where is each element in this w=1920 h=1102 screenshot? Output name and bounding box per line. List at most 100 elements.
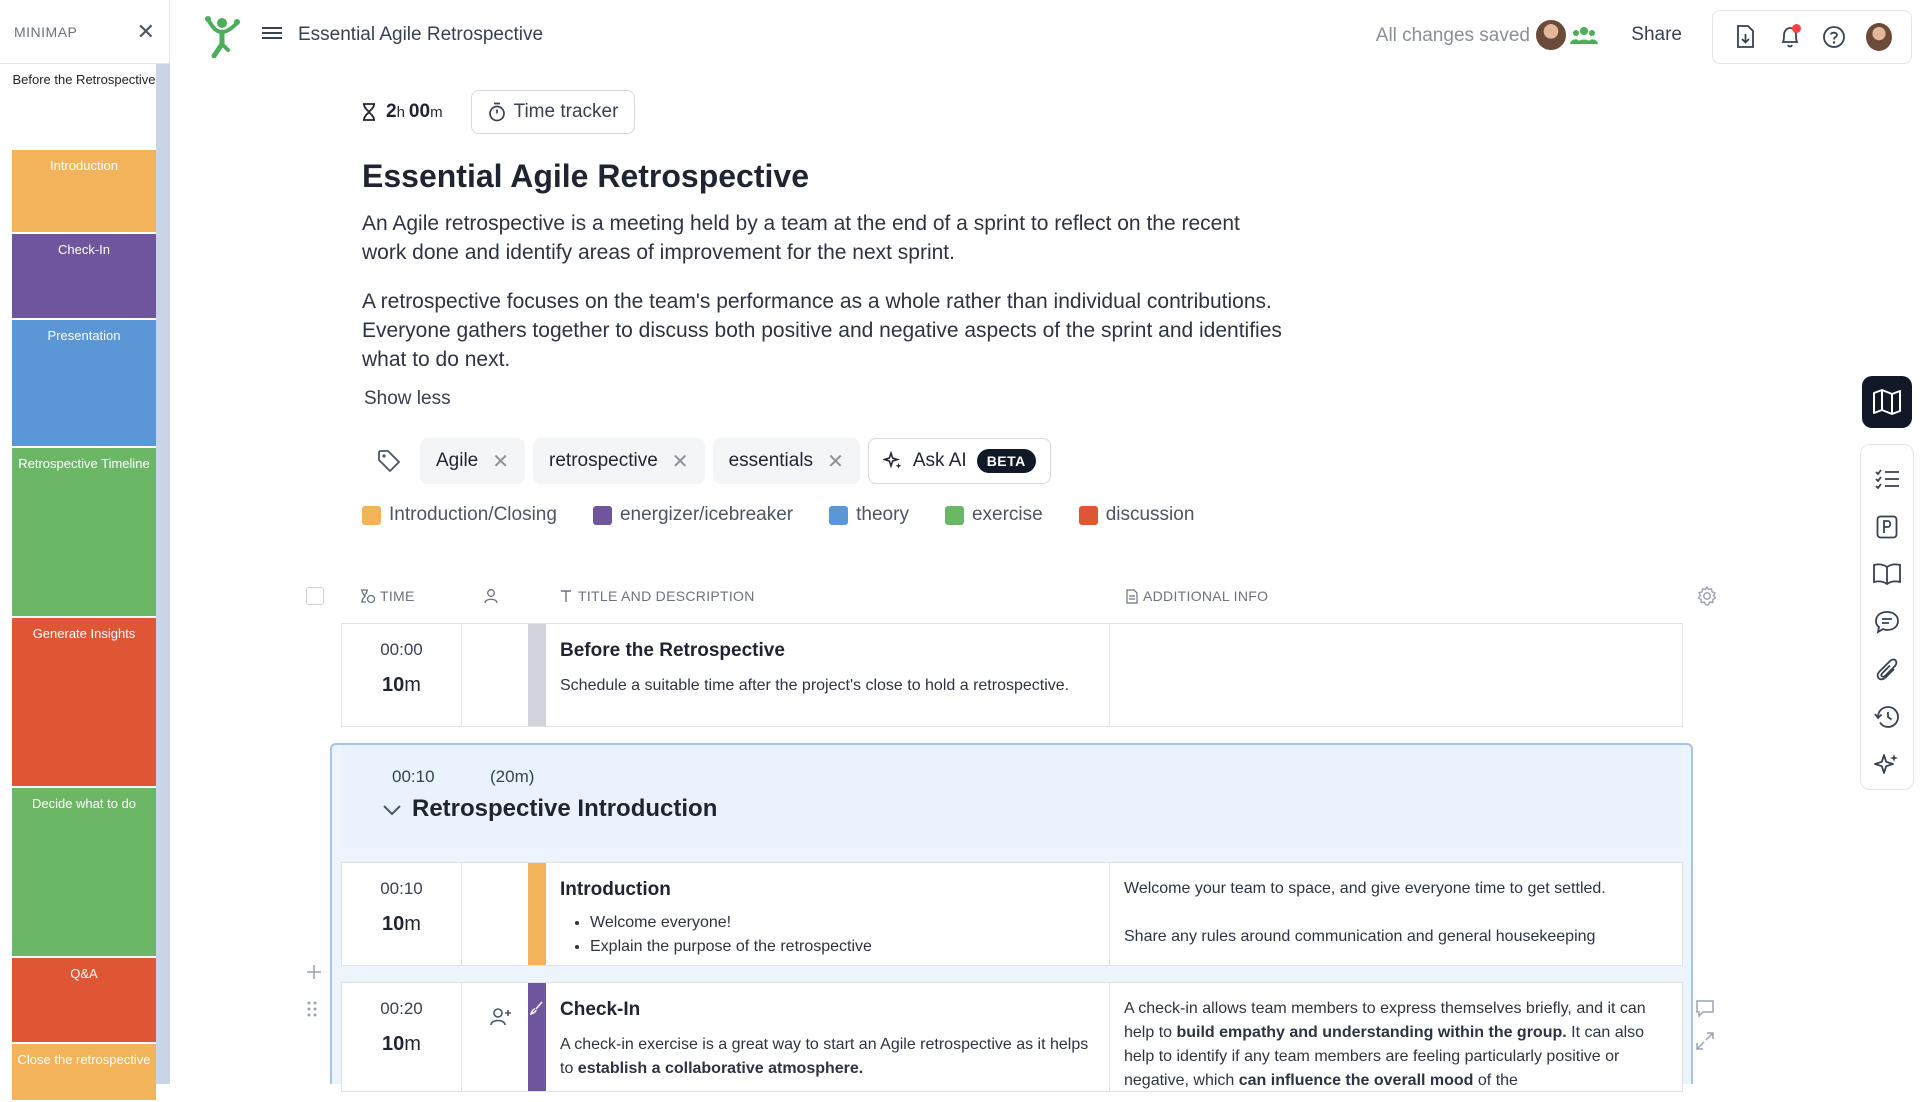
remove-tag-icon[interactable]: ✕	[672, 449, 689, 474]
owner-cell[interactable]	[462, 863, 528, 965]
column-info: ADDITIONAL INFO	[1126, 588, 1268, 604]
agenda-row[interactable]: 00:00 10m Before the Retrospective Sched…	[341, 623, 1683, 727]
section-start-time: 00:10	[392, 767, 435, 786]
ask-ai-button[interactable]: Ask AI BETA	[867, 438, 1051, 484]
minimap-item[interactable]: Retrospective Timeline	[12, 448, 156, 618]
description-paragraph[interactable]: An Agile retrospective is a meeting held…	[362, 209, 1282, 267]
title-cell[interactable]: Before the Retrospective Schedule a suit…	[546, 624, 1110, 726]
tag-chip[interactable]: retrospective ✕	[533, 438, 705, 484]
brush-icon[interactable]	[530, 1001, 544, 1015]
person-icon	[484, 589, 498, 604]
collaborators[interactable]	[1534, 18, 1598, 52]
agenda-row[interactable]: 00:20 10m Check-In A check-in exercise i…	[341, 982, 1683, 1092]
title-cell[interactable]: Introduction Welcome everyone! Explain t…	[546, 863, 1110, 965]
paperclip-icon[interactable]	[1872, 655, 1902, 685]
section-header[interactable]: 00:10 (20m) Retrospective Introduction	[342, 745, 1681, 849]
owner-cell[interactable]	[462, 624, 528, 726]
gear-icon[interactable]	[1696, 585, 1718, 607]
duration[interactable]: 10m	[342, 913, 461, 936]
ai-sparkle-icon[interactable]	[1872, 750, 1902, 780]
history-icon[interactable]	[1872, 703, 1902, 733]
minimap-item[interactable]: Introduction	[12, 150, 156, 234]
text-icon	[561, 590, 571, 602]
legend-label: exercise	[971, 504, 1043, 525]
time-tracker-button[interactable]: Time tracker	[470, 90, 636, 134]
avatar[interactable]	[1534, 18, 1568, 52]
start-time: 00:10	[380, 879, 423, 898]
minimap-item[interactable]: Presentation	[12, 320, 156, 448]
minimap-item[interactable]: Check-In	[12, 234, 156, 320]
help-icon[interactable]	[1821, 24, 1847, 50]
document-title[interactable]: Essential Agile Retrospective	[298, 24, 543, 46]
category-bar[interactable]	[528, 983, 546, 1091]
drag-handle-icon[interactable]	[306, 1000, 322, 1023]
time-cell[interactable]: 00:10 10m	[342, 863, 462, 965]
show-less-link[interactable]: Show less	[364, 388, 451, 410]
owner-cell[interactable]	[462, 983, 528, 1091]
legend-item[interactable]: theory	[829, 504, 909, 526]
legend-label: Introduction/Closing	[389, 504, 557, 525]
info-cell[interactable]: A check-in allows team members to expres…	[1110, 983, 1682, 1091]
legend-item[interactable]: energizer/icebreaker	[592, 504, 793, 526]
top-toolbar	[1712, 10, 1912, 64]
time-cell[interactable]: 00:20 10m	[342, 983, 462, 1091]
section-title[interactable]: Retrospective Introduction	[412, 795, 717, 823]
duration[interactable]: 10m	[342, 1033, 461, 1056]
minimap-item[interactable]: Before the Retrospective	[12, 64, 156, 150]
legend-item[interactable]: discussion	[1078, 504, 1195, 526]
minimap-scrollbar[interactable]	[156, 64, 170, 1084]
logo-icon[interactable]	[202, 14, 242, 58]
tags-row: Agile ✕ retrospective ✕ essentials ✕ Ask AI B…	[362, 438, 1362, 484]
minimap-item[interactable]: Close the retrospective	[12, 1044, 156, 1102]
title-cell[interactable]: Check-In A check-in exercise is a great …	[546, 983, 1110, 1091]
category-bar[interactable]	[528, 624, 546, 726]
presentation-icon[interactable]	[1872, 512, 1902, 542]
duration[interactable]: 10m	[342, 674, 461, 697]
info-cell[interactable]	[1110, 624, 1682, 726]
right-tool-rail	[1860, 444, 1914, 790]
time-cell[interactable]: 00:00 10m	[342, 624, 462, 726]
share-button[interactable]: Share	[1631, 24, 1682, 46]
user-avatar[interactable]	[1865, 23, 1892, 51]
page-title[interactable]: Essential Agile Retrospective	[362, 158, 1362, 195]
legend-swatch	[829, 505, 849, 525]
remove-tag-icon[interactable]: ✕	[827, 449, 844, 474]
minimap-list: Before the Retrospective Introduction Chec…	[12, 64, 156, 1102]
checklist-icon[interactable]	[1872, 464, 1902, 494]
save-status: All changes saved	[1375, 25, 1530, 46]
legend-label: discussion	[1105, 504, 1195, 525]
legend-item[interactable]: exercise	[944, 504, 1043, 526]
select-all-checkbox[interactable]	[306, 587, 324, 605]
download-icon[interactable]	[1732, 24, 1758, 50]
minimap-item[interactable]: Q&A	[12, 958, 156, 1044]
remove-tag-icon[interactable]: ✕	[492, 449, 509, 474]
legend-swatch	[362, 505, 381, 525]
chat-icon[interactable]	[1872, 607, 1902, 637]
expand-icon[interactable]	[1694, 1030, 1716, 1052]
description-paragraph[interactable]: A retrospective focuses on the team's pe…	[362, 287, 1282, 374]
legend-item[interactable]: Introduction/Closing	[362, 504, 557, 526]
comment-icon[interactable]	[1694, 997, 1716, 1019]
add-person-icon[interactable]	[490, 1007, 512, 1027]
chevron-down-icon[interactable]	[382, 803, 402, 817]
minimap-item[interactable]: Generate Insights	[12, 618, 156, 788]
agenda-row[interactable]: 00:10 10m Introduction Welcome everyone!…	[341, 862, 1683, 966]
tag-chip[interactable]: Agile ✕	[420, 438, 526, 484]
info-cell[interactable]: Welcome your team to space, and give eve…	[1110, 863, 1682, 965]
category-bar[interactable]	[528, 863, 546, 965]
minimap-item[interactable]: Decide what to do	[12, 788, 156, 958]
column-title: TITLE AND DESCRIPTION	[559, 588, 755, 604]
close-icon[interactable]: ✕	[137, 20, 155, 43]
top-bar: Essential Agile Retrospective All change…	[170, 0, 1920, 72]
team-icon[interactable]	[1570, 24, 1598, 46]
list-item: Explain the purpose of the retrospective	[590, 935, 1095, 959]
tag-label: essentials	[728, 450, 814, 471]
bell-icon[interactable]	[1777, 24, 1803, 50]
add-row-icon[interactable]	[306, 964, 322, 985]
tag-chip[interactable]: essentials ✕	[712, 438, 860, 484]
minimap-toggle-button[interactable]	[1862, 376, 1912, 428]
menu-icon[interactable]	[262, 24, 282, 42]
book-icon[interactable]	[1872, 559, 1902, 589]
map-icon	[1873, 389, 1901, 415]
column-owner	[484, 588, 503, 604]
